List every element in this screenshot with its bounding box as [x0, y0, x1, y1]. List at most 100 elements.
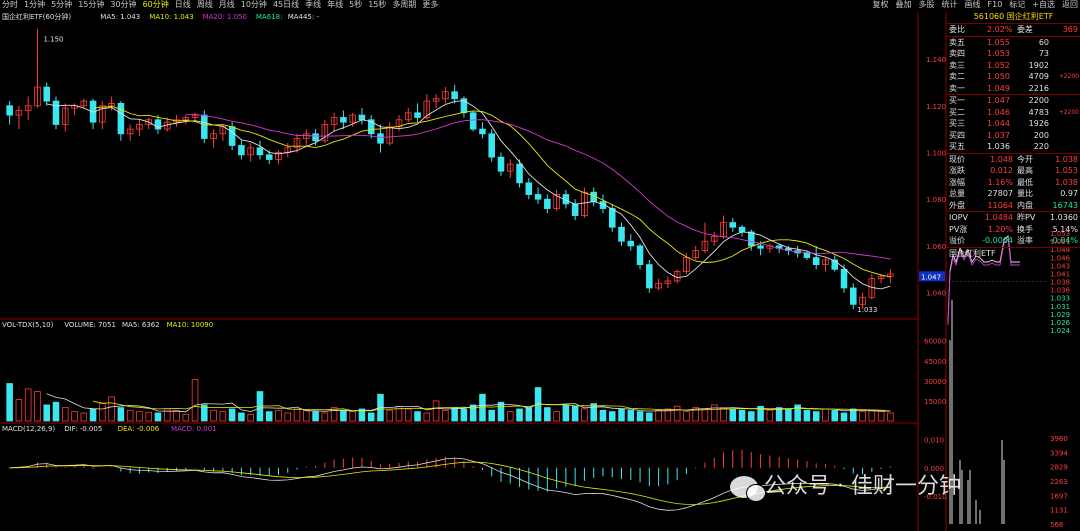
volume-bar: [210, 409, 217, 422]
main-legend-item: MA5: 1.043: [100, 13, 140, 21]
mini-y-tick: 1.026: [1050, 319, 1071, 327]
level-price: 1.037: [987, 130, 1010, 140]
mini-vol-tick: 1697: [1050, 492, 1068, 500]
iopv-row: 溢价 -0.0004 溢率 -0.04%: [949, 236, 1078, 245]
volume-bar: [80, 412, 88, 422]
ask-row: 卖一 1.049 2216: [947, 83, 1080, 95]
candle-body: [265, 154, 273, 160]
level-volume: 1926: [1028, 119, 1049, 128]
level-label: 买四: [949, 130, 965, 140]
volume-bar: [191, 379, 199, 422]
mini-y-tick: 1.029: [1050, 311, 1070, 319]
volume-bar: [219, 411, 227, 422]
volume-bar: [247, 413, 254, 422]
volume-bar: [284, 412, 292, 422]
volume-bar: [516, 408, 523, 422]
candle-body: [312, 133, 319, 142]
candle-body: [757, 245, 764, 249]
mini-y-tick: 1.036: [1050, 287, 1071, 295]
candle-body: [636, 245, 644, 266]
current-price-tag: 1.047: [921, 273, 941, 281]
candle-body: [627, 240, 635, 247]
volume-bar: [321, 412, 329, 422]
volume-bar: [469, 404, 477, 422]
volume-bar: [414, 411, 421, 422]
volume-bar: [154, 412, 162, 422]
candle-body: [228, 126, 236, 146]
level-volume: 4709: [1028, 72, 1049, 81]
candle-body: [850, 287, 857, 305]
candle-body: [377, 133, 384, 144]
volume-bar: [34, 391, 41, 422]
level-label: 买三: [949, 119, 965, 128]
quote-stats: 现价 1.048 今开 1.038 涨跌 0.012 最高 1.053 涨幅 1.16% 最低 1.0…: [947, 154, 1080, 212]
y-tick-label: 1.120: [926, 103, 946, 111]
y-tick-label: 45000: [924, 358, 946, 366]
volume-bar: [442, 409, 449, 422]
volume-bar: [126, 409, 134, 422]
ma-line-ma20: [185, 113, 891, 260]
volume-bar: [766, 409, 774, 422]
stat-row: 总量 27807 量比 0.97: [949, 189, 1078, 198]
level-volume: 73: [1038, 49, 1049, 58]
ask-row: 卖五 1.055 60: [947, 37, 1080, 49]
level-label: 卖四: [949, 49, 965, 58]
wei-row: 委比 2.02% 委差 369: [947, 24, 1080, 37]
bid-row: 买三 1.044 1926: [947, 118, 1080, 130]
level-volume: 220: [1033, 142, 1049, 151]
y-tick-label: 1.140: [926, 56, 946, 64]
mini-y-tick: 1.043: [1050, 262, 1070, 270]
volume-bar: [89, 408, 97, 422]
macd-legend-item: DEA: -0.006: [118, 425, 160, 433]
volume-bar: [553, 411, 560, 422]
y-tick-label: 1.080: [926, 196, 946, 204]
stat-row: 涨幅 1.16% 最低 1.038: [949, 177, 1078, 187]
volume-bar: [627, 409, 635, 422]
mini-y-tick: 1.024: [1050, 327, 1071, 335]
y-tick-label: 15000: [924, 398, 946, 406]
volume-bar: [840, 412, 848, 422]
level-label: 买一: [949, 96, 965, 105]
volume-bar: [136, 411, 143, 422]
level-change: +2200: [1058, 73, 1079, 80]
volume-ma-line: [46, 393, 891, 413]
candle-body: [6, 105, 13, 116]
quote-header: 561060 国企红利ETF: [947, 11, 1080, 24]
level-label: 卖一: [949, 83, 965, 93]
volume-bar: [683, 411, 690, 422]
watermark: 公众号 · 佳财一分钟: [730, 468, 961, 502]
y-tick-label: 60000: [924, 338, 946, 346]
volume-bar: [618, 408, 625, 422]
stat-row: 外盘 11064 内盘 16743: [949, 200, 1078, 210]
mini-vol-tick: 3394: [1050, 449, 1068, 457]
mini-y-tick: 1.041: [1050, 270, 1070, 278]
mini-vol-tick: 2829: [1050, 464, 1068, 472]
volume-bar: [451, 407, 458, 422]
mini-chart-title: 国企红利ETF: [949, 248, 996, 258]
candle-body: [238, 145, 245, 156]
quote-panel: 561060 国企红利ETF 委比 2.02% 委差 369 卖五 1.055 60…: [947, 11, 1080, 259]
candle-body: [340, 117, 347, 123]
ask-row: 卖四 1.053 73: [947, 48, 1080, 60]
mini-y-tick: 1.038: [1050, 279, 1070, 287]
macd-legend-item: MACD: 0.001: [171, 425, 217, 433]
mini-y-tick: 1.031: [1050, 303, 1070, 311]
volume-bar: [24, 388, 32, 422]
candle-body: [525, 182, 533, 195]
volume-bar: [265, 411, 273, 422]
volume-bar: [822, 408, 829, 422]
candle-body: [117, 103, 125, 135]
volume-bar: [460, 408, 468, 422]
volume-legend-item: MA5: 6362: [122, 321, 160, 329]
volume-bar: [145, 411, 152, 422]
volume-bar: [367, 412, 375, 422]
level-price: 1.052: [987, 60, 1010, 70]
candle-body: [201, 114, 208, 139]
volume-bar: [497, 401, 505, 422]
level-change: +2200: [1058, 108, 1079, 116]
volume-bar: [812, 411, 820, 422]
volume-bar: [423, 412, 431, 422]
candle-body: [52, 100, 60, 125]
level-volume: 1902: [1028, 60, 1049, 70]
volume-bar: [6, 383, 13, 422]
